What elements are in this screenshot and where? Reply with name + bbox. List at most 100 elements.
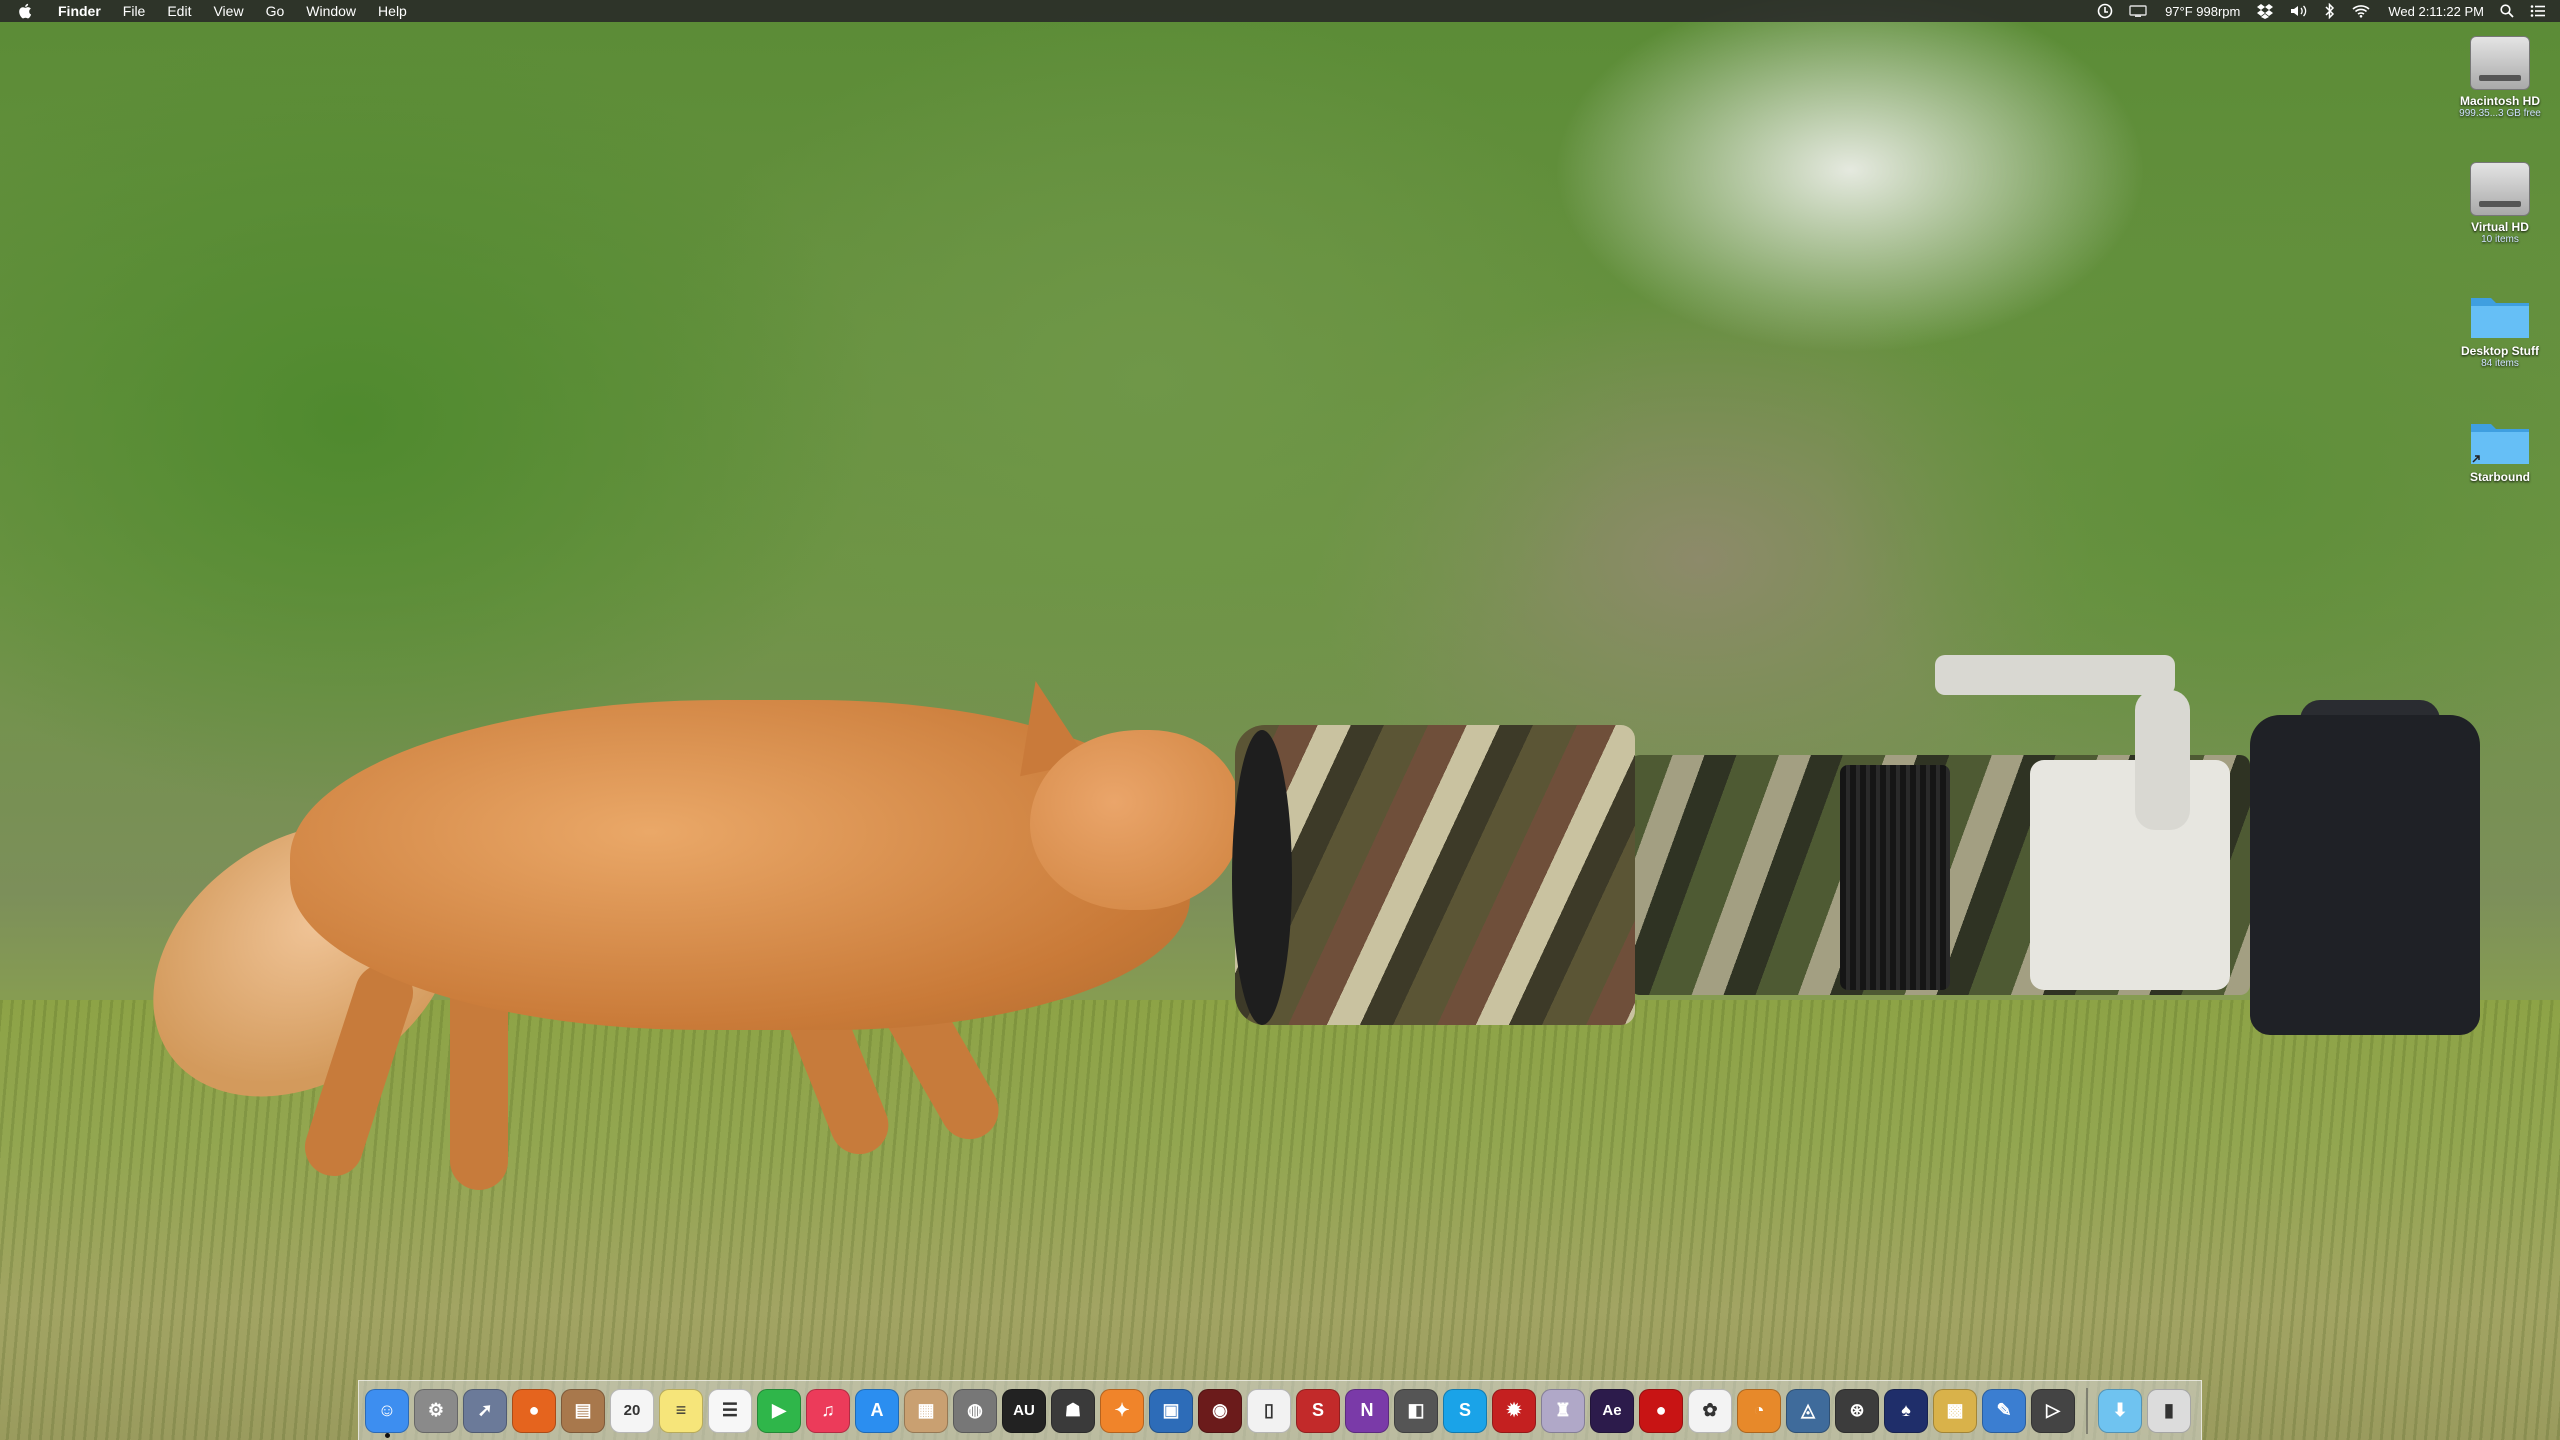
dock-system-preferences-icon[interactable]: ⚙: [414, 1388, 458, 1433]
dock-icon-glyph: ▩: [1946, 1400, 1964, 1420]
dock-alfred-icon[interactable]: ☗: [1051, 1388, 1095, 1433]
folder-alias-icon: [2469, 416, 2531, 466]
wallpaper-camera-body: [2250, 715, 2480, 1035]
running-indicator: [385, 1432, 390, 1438]
dock-separator: [2086, 1387, 2088, 1434]
dock-launchpad-icon[interactable]: ➚: [463, 1388, 507, 1433]
dock-icon-glyph: ◍: [967, 1400, 983, 1420]
dock-reminders-icon[interactable]: ☰: [708, 1388, 752, 1433]
dock-finder-icon[interactable]: ☺: [365, 1388, 409, 1438]
desktop-item-info: 10 items: [2481, 234, 2519, 245]
dock-icon-glyph: ♜: [1554, 1400, 1572, 1420]
dock-icon-glyph: ▮: [2164, 1400, 2174, 1420]
dock-final-cut-icon[interactable]: ▷: [2031, 1388, 2075, 1433]
dock-document-icon[interactable]: ▯: [1247, 1388, 1291, 1433]
dock-automator-icon[interactable]: ♜: [1541, 1388, 1585, 1433]
dock-icon-glyph: ≡: [675, 1400, 687, 1420]
temperature-fan-readout[interactable]: 97°F 998rpm: [2165, 4, 2240, 19]
dock-icon-glyph: N: [1360, 1400, 1374, 1420]
volume-icon[interactable]: [2290, 0, 2308, 22]
menu-bar-clock[interactable]: Wed 2:11:22 PM: [2388, 4, 2484, 19]
dock-skype-icon[interactable]: S: [1443, 1388, 1487, 1433]
dock-trailing: ⬇ ▮: [2098, 1388, 2196, 1433]
display-icon[interactable]: [2129, 0, 2147, 22]
menu-view[interactable]: View: [213, 3, 243, 19]
dock-icon-glyph: ▦: [917, 1400, 935, 1420]
dock-after-effects-icon[interactable]: Ae: [1590, 1388, 1634, 1433]
menu-go[interactable]: Go: [266, 3, 285, 19]
dock-icon-glyph: ✹: [1506, 1400, 1522, 1420]
dock-icon-glyph: ●: [1655, 1400, 1667, 1420]
bluetooth-icon[interactable]: [2324, 0, 2336, 22]
dock-night-owl-icon[interactable]: ◉: [1198, 1388, 1242, 1433]
dock-disk-utility-icon[interactable]: ◍: [953, 1388, 997, 1433]
menu-help[interactable]: Help: [378, 3, 407, 19]
desktop-item-macintosh-hd[interactable]: Macintosh HD 999.35...3 GB free: [2445, 30, 2555, 120]
dock-icon-glyph: ☗: [1064, 1400, 1082, 1420]
dock-itunes-icon[interactable]: ♫: [806, 1388, 850, 1433]
menu-app-name[interactable]: Finder: [58, 3, 101, 19]
dock-preview-icon[interactable]: ▦: [904, 1388, 948, 1433]
menu-edit[interactable]: Edit: [167, 3, 191, 19]
dock-clean-my-mac-icon[interactable]: ♠: [1884, 1388, 1928, 1433]
wallpaper-lens-hood: [1235, 725, 1635, 1025]
dock-icon-glyph: ⚙: [427, 1400, 445, 1420]
dock-scrivener-icon[interactable]: S: [1296, 1388, 1340, 1433]
spotlight-icon[interactable]: [2500, 0, 2514, 22]
dropbox-icon[interactable]: [2256, 0, 2274, 22]
dock-app-store-icon[interactable]: A: [855, 1388, 899, 1433]
dock-downloads-folder-icon[interactable]: ⬇: [2098, 1388, 2142, 1433]
desktop-item-starbound[interactable]: Starbound: [2445, 408, 2555, 484]
desktop-item-info: 84 items: [2481, 358, 2519, 369]
folder-icon: [2469, 290, 2531, 340]
desktop-item-desktop-stuff[interactable]: Desktop Stuff 84 items: [2445, 282, 2555, 370]
dock-icon-glyph: ◉: [1212, 1400, 1228, 1420]
wallpaper-lens-focus-ring: [1840, 765, 1950, 990]
dock-icon-glyph: 20: [623, 1402, 641, 1419]
dock-logic-icon[interactable]: ◔: [1737, 1388, 1781, 1433]
desktop-item-virtual-hd[interactable]: Virtual HD 10 items: [2445, 156, 2555, 246]
desktop-item-info: 999.35...3 GB free: [2459, 108, 2541, 119]
dock-steam-icon[interactable]: ⊛: [1835, 1388, 1879, 1433]
battery-status-icon[interactable]: [2097, 0, 2113, 22]
dock-time-machine-icon[interactable]: ◬: [1786, 1388, 1830, 1433]
dock-photos-icon[interactable]: ✿: [1688, 1388, 1732, 1433]
dock-icon-glyph: ▷: [2046, 1400, 2060, 1420]
apple-menu-icon[interactable]: [18, 3, 32, 19]
dock-icon-glyph: ◔: [1753, 1400, 1765, 1420]
dock-onenote-icon[interactable]: N: [1345, 1388, 1389, 1433]
dock-calendar-icon[interactable]: 20: [610, 1388, 654, 1433]
dock-icon-glyph: ✎: [1996, 1400, 2012, 1420]
dock-apps: ☺ ⚙ ➚ ● ▤ 20 ≡ ☰ ▶ ♫ A ▦ ◍ AU ☗ ✦ ▣ ◉ ▯ S N ◧ S ✹ ♜ Ae ● ✿ ◔ ◬ ⊛ ♠ ▩ ✎ ▷: [365, 1388, 2080, 1438]
dock-audio-unit-icon[interactable]: AU: [1002, 1388, 1046, 1433]
dock-icon-glyph: ◬: [1801, 1400, 1815, 1420]
dock-firefox-icon[interactable]: ●: [512, 1388, 556, 1433]
dock-archive-utility-icon[interactable]: ▩: [1933, 1388, 1977, 1433]
desktop-item-label: Macintosh HD: [2459, 94, 2540, 108]
dock-facetime-icon[interactable]: ▶: [757, 1388, 801, 1433]
dock-icon-glyph: ◧: [1407, 1400, 1425, 1420]
dock-notes-icon[interactable]: ≡: [659, 1388, 703, 1433]
wifi-icon[interactable]: [2352, 0, 2370, 22]
desktop-item-label: Starbound: [2470, 470, 2530, 484]
dock-photo-booth-icon[interactable]: ◧: [1394, 1388, 1438, 1433]
dock-contacts-icon[interactable]: ▤: [561, 1388, 605, 1433]
dock-xcode-icon[interactable]: ✎: [1982, 1388, 2026, 1433]
menu-file[interactable]: File: [123, 3, 146, 19]
dock-blender-icon[interactable]: ✦: [1100, 1388, 1144, 1433]
notification-center-icon[interactable]: [2530, 0, 2546, 22]
menu-window[interactable]: Window: [306, 3, 356, 19]
dock-icon-glyph: ➚: [477, 1400, 493, 1420]
hard-drive-icon: [2470, 36, 2530, 90]
hard-drive-icon: [2470, 162, 2530, 216]
dock-icon-glyph: ▯: [1264, 1400, 1274, 1420]
dock-icon-glyph: ♠: [1901, 1400, 1911, 1420]
dock-icon-glyph: S: [1458, 1400, 1471, 1420]
dock-record-button-icon[interactable]: ●: [1639, 1388, 1683, 1433]
dock-virtualbox-icon[interactable]: ▣: [1149, 1388, 1193, 1433]
wallpaper-lens-foot-plate: [1935, 655, 2175, 695]
dock-mono-game-icon[interactable]: ✹: [1492, 1388, 1536, 1433]
dock-icon-glyph: ✿: [1702, 1400, 1718, 1420]
desktop-item-label: Desktop Stuff: [2461, 344, 2539, 358]
dock-trash-icon[interactable]: ▮: [2147, 1388, 2191, 1433]
